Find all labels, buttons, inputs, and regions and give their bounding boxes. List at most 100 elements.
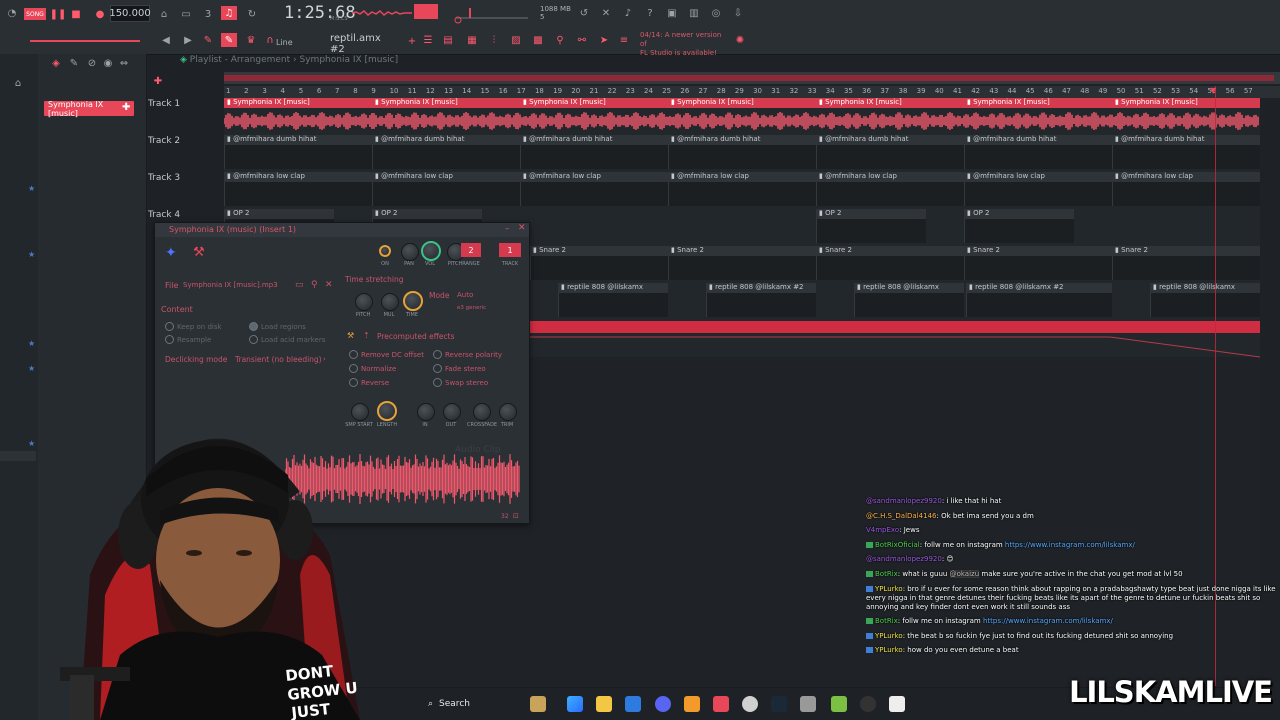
clip-track3[interactable]: ▮ @mfmihara low clap <box>964 172 1112 182</box>
clip-reptile-808-2-body[interactable] <box>966 293 1112 317</box>
clip-track2-body[interactable] <box>964 145 1112 169</box>
clip-track2[interactable]: ▮ @mfmihara dumb hihat <box>520 135 668 145</box>
clip-track2[interactable]: ▮ @mfmihara dumb hihat <box>372 135 520 145</box>
fl-logo-icon[interactable]: ◔ <box>4 6 20 20</box>
next-arrow-icon[interactable]: ▶ <box>180 33 196 47</box>
song-mode-toggle[interactable]: SONG <box>24 8 46 20</box>
clip-snare-body[interactable] <box>1112 256 1260 280</box>
clip-track4-body[interactable] <box>816 219 926 243</box>
wait-record-icon[interactable]: ▭ <box>178 7 194 21</box>
automation-clip[interactable] <box>530 321 1260 333</box>
slip-icon[interactable]: ⇔ <box>116 56 132 70</box>
clip-reptile-808-body[interactable] <box>1150 293 1260 317</box>
clip-track2-body[interactable] <box>1112 145 1260 169</box>
file-explorer-icon[interactable] <box>596 696 612 712</box>
clip-track3-body[interactable] <box>1112 182 1260 206</box>
clip-track1[interactable]: ▮ Symphonia IX [music] <box>1112 98 1260 108</box>
plugin-db-icon[interactable]: ▩ <box>530 33 546 47</box>
mixer-view-icon[interactable]: ⫶ <box>486 33 502 47</box>
playlist-icon[interactable]: ☰ <box>420 33 436 47</box>
clip-track1[interactable]: ▮ Symphonia IX [music] <box>372 98 520 108</box>
mute-icon[interactable]: ◉ <box>100 56 116 70</box>
wave-icon[interactable]: ✦ <box>165 245 177 261</box>
stretch-time-knob[interactable] <box>403 291 423 311</box>
clip-track2-body[interactable] <box>668 145 816 169</box>
edge-icon[interactable] <box>567 696 583 712</box>
normalize-option[interactable]: Normalize <box>349 364 396 373</box>
out-knob[interactable] <box>443 403 461 421</box>
clip-snare[interactable]: ▮ Snare 2 <box>1112 246 1260 256</box>
clip-track2-body[interactable] <box>224 145 372 169</box>
add-clip-icon[interactable]: ✚ <box>122 102 130 113</box>
fl-studio-icon[interactable] <box>684 696 700 712</box>
chat-username[interactable]: YPLurko <box>875 632 903 640</box>
folder-open-icon[interactable]: ▭ <box>295 280 304 290</box>
chat-icon[interactable]: ◎ <box>708 6 724 20</box>
chat-username[interactable]: V4mpExo <box>866 526 899 534</box>
clip-source-icon[interactable]: ◈ <box>48 56 64 70</box>
stretch-pitch-knob[interactable] <box>355 293 373 311</box>
step-edit-icon[interactable]: ♫ <box>221 6 237 20</box>
crossfade-knob[interactable] <box>473 403 491 421</box>
link-icon[interactable]: ⚯ <box>574 33 590 47</box>
app-icon[interactable] <box>800 696 816 712</box>
chat-username[interactable]: BotRixOficial <box>875 541 920 549</box>
download-icon[interactable]: ⇩ <box>730 6 746 20</box>
reverse-option[interactable]: Reverse <box>349 378 389 387</box>
pan-knob[interactable] <box>401 243 419 261</box>
send-icon[interactable]: ➤ <box>596 33 612 47</box>
stop-icon[interactable]: ■ <box>68 7 84 21</box>
chat-link[interactable]: https://www.instagram.com/lilskamx/ <box>1005 541 1135 549</box>
on-toggle[interactable] <box>379 245 391 257</box>
clip-track4[interactable]: ▮ OP 2 <box>224 209 334 219</box>
playhead-marker-icon[interactable]: ▼ <box>1210 86 1216 95</box>
fl-update-icon[interactable]: ✺ <box>732 33 748 47</box>
help-icon[interactable]: ? <box>642 6 658 20</box>
tools-icon[interactable]: ≡ <box>616 33 632 47</box>
overview-thumb[interactable] <box>224 75 1274 81</box>
range-value[interactable]: 2 <box>461 243 481 257</box>
paint-icon[interactable]: ✎ <box>66 56 82 70</box>
snap-mode[interactable]: Line <box>276 38 293 47</box>
countdown-icon[interactable]: 3 <box>200 7 216 21</box>
capcut-icon[interactable] <box>889 696 905 712</box>
clip-reptile-808-body[interactable] <box>558 293 668 317</box>
prev-arrow-icon[interactable]: ◀ <box>158 33 174 47</box>
clip-reptile-808[interactable]: ▮ reptile 808 @lilskamx <box>558 283 668 293</box>
clip-track4[interactable]: ▮ OP 2 <box>964 209 1074 219</box>
clip-snare-body[interactable] <box>816 256 964 280</box>
pattern-add-icon[interactable]: + <box>404 34 420 48</box>
declicking-dropdown[interactable]: Transient (no bleeding) <box>235 355 322 364</box>
clip-track1[interactable]: ▮ Symphonia IX [music] <box>964 98 1112 108</box>
clip-track2-body[interactable] <box>372 145 520 169</box>
clip-track2[interactable]: ▮ @mfmihara dumb hihat <box>964 135 1112 145</box>
taskbar-search[interactable]: ⌕ Search <box>424 695 528 713</box>
clip-reptile-808-2-body[interactable] <box>706 293 816 317</box>
swap-stereo-option[interactable]: Swap stereo <box>433 378 488 387</box>
tempo-display[interactable]: 150.000 <box>109 5 151 22</box>
clip-snare-body[interactable] <box>668 256 816 280</box>
discord-icon[interactable] <box>655 696 671 712</box>
obs-icon[interactable] <box>742 696 758 712</box>
clip-track3-body[interactable] <box>816 182 964 206</box>
piano-roll-icon[interactable]: ▦ <box>464 33 480 47</box>
clip-snare-body[interactable] <box>530 256 678 280</box>
update-notice[interactable]: 04/14: A newer version of FL Studio is a… <box>640 31 730 58</box>
clip-reptile-808[interactable]: ▮ reptile 808 @lilskamx <box>1150 283 1260 293</box>
minimize-icon[interactable]: – <box>505 224 510 234</box>
delete-icon[interactable]: ⊘ <box>84 56 100 70</box>
clip-snare[interactable]: ▮ Snare 2 <box>668 246 816 256</box>
loop-record-icon[interactable]: ↻ <box>244 7 260 21</box>
clip-track4[interactable]: ▮ OP 2 <box>816 209 926 219</box>
stamp-icon[interactable]: ♛ <box>243 33 259 47</box>
clip-snare-body[interactable] <box>964 256 1112 280</box>
mic-icon[interactable]: ⚲ <box>552 33 568 47</box>
minecraft-icon[interactable] <box>831 696 847 712</box>
track-header-2[interactable]: Track 2 <box>148 136 224 146</box>
clip-reptile-808[interactable]: ▮ reptile 808 @lilskamx <box>854 283 964 293</box>
clip-track3-body[interactable] <box>372 182 520 206</box>
clip-track1[interactable]: ▮ Symphonia IX [music] <box>520 98 668 108</box>
clip-track3[interactable]: ▮ @mfmihara low clap <box>816 172 964 182</box>
track-header-3[interactable]: Track 3 <box>148 173 224 183</box>
clip-snare[interactable]: ▮ Snare 2 <box>530 246 678 256</box>
